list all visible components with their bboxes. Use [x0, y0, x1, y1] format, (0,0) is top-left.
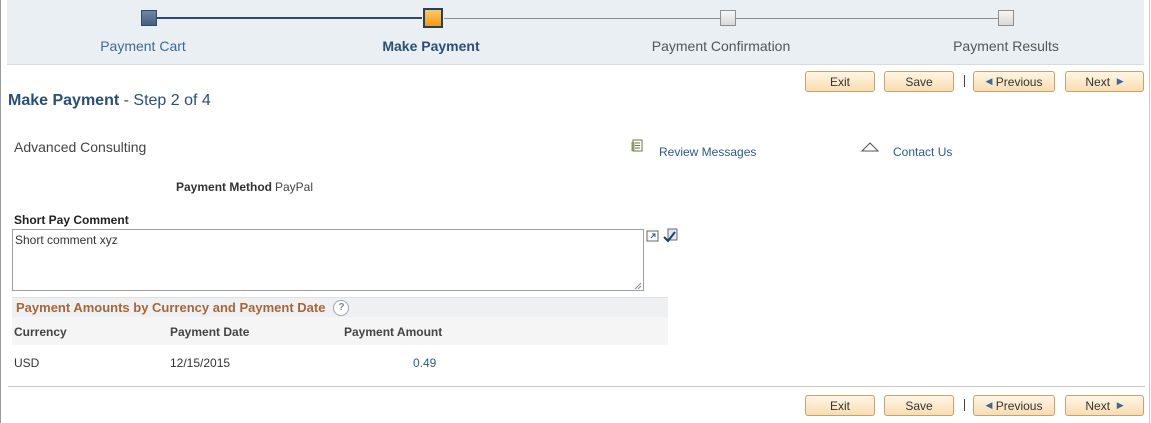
next-arrow-icon: ▶: [1116, 400, 1124, 410]
next-arrow-icon: ▶: [1116, 76, 1124, 86]
step-label-make-payment: Make Payment: [382, 38, 480, 54]
payment-amounts-grid: Payment Amounts by Currency and Payment …: [12, 297, 668, 375]
page-title: Make Payment - Step 2 of 4: [8, 92, 211, 110]
step-label-payment-confirmation: Payment Confirmation: [651, 38, 791, 54]
progress-train: Payment Cart Make Payment Payment Confir…: [7, 0, 1144, 65]
contact-us-link[interactable]: Contact Us: [893, 145, 952, 159]
resize-grip-icon[interactable]: [634, 282, 642, 290]
previous-button-label: Previous: [995, 74, 1043, 89]
save-button-label: Save: [905, 398, 933, 413]
next-button-label: Next: [1085, 398, 1111, 413]
step-label-payment-cart[interactable]: Payment Cart: [100, 38, 186, 54]
save-button-top[interactable]: Save: [884, 71, 954, 92]
previous-button-label: Previous: [995, 398, 1043, 413]
next-button-top[interactable]: Next ▶: [1065, 71, 1144, 92]
expand-text-icon[interactable]: [646, 229, 662, 246]
step-label-payment-results: Payment Results: [953, 38, 1059, 54]
toolbar-separator: [964, 75, 965, 87]
column-header-currency: Currency: [14, 325, 67, 339]
column-header-payment-date: Payment Date: [170, 325, 250, 339]
footer-divider: [8, 386, 1145, 387]
payment-method-value: PayPal: [275, 180, 314, 194]
company-name: Advanced Consulting: [14, 139, 147, 155]
step-box-payment-confirmation: [720, 10, 736, 26]
step-box-payment-cart[interactable]: [141, 10, 157, 26]
grid-title: Payment Amounts by Currency and Payment …: [16, 300, 326, 315]
exit-button-bottom[interactable]: Exit: [805, 395, 875, 416]
train-connector-2: [444, 18, 720, 19]
previous-button-bottom[interactable]: ◀ Previous: [973, 395, 1055, 416]
grid-header-row: Currency Payment Date Payment Amount: [12, 317, 668, 345]
table-row: USD 12/15/2015 0.49: [12, 345, 668, 375]
train-connector-1: [156, 17, 422, 19]
currency-cell: USD: [14, 356, 40, 370]
payment-amount-cell: 0.49: [413, 356, 437, 370]
train-connector-3: [736, 18, 998, 19]
grid-title-bar: Payment Amounts by Currency and Payment …: [12, 297, 668, 317]
previous-button-top[interactable]: ◀ Previous: [973, 71, 1055, 92]
column-header-payment-amount: Payment Amount: [344, 325, 443, 339]
step-box-payment-results: [998, 10, 1014, 26]
next-button-bottom[interactable]: Next ▶: [1065, 395, 1144, 416]
save-button-bottom[interactable]: Save: [884, 395, 954, 416]
payment-method-label: Payment Method: [176, 180, 273, 194]
previous-arrow-icon: ◀: [985, 400, 993, 410]
review-messages-link[interactable]: Review Messages: [659, 145, 756, 159]
previous-arrow-icon: ◀: [985, 76, 993, 86]
help-icon[interactable]: ?: [333, 299, 350, 316]
next-button-label: Next: [1085, 74, 1111, 89]
exit-button-top[interactable]: Exit: [805, 71, 875, 92]
page-title-text: Make Payment: [8, 92, 120, 109]
toolbar-separator: [964, 399, 965, 411]
short-pay-comment-field[interactable]: Short comment xyz: [12, 229, 644, 291]
page-step-indicator: - Step 2 of 4: [123, 92, 211, 109]
review-messages-icon[interactable]: [631, 139, 645, 156]
payment-date-cell: 12/15/2015: [170, 356, 231, 370]
spell-check-icon[interactable]: [663, 228, 679, 247]
exit-button-label: Exit: [829, 398, 850, 413]
short-pay-comment-label: Short Pay Comment: [14, 213, 129, 227]
exit-button-label: Exit: [829, 74, 850, 89]
step-box-make-payment: [423, 8, 443, 28]
save-button-label: Save: [905, 74, 933, 89]
contact-us-icon[interactable]: [860, 141, 880, 156]
